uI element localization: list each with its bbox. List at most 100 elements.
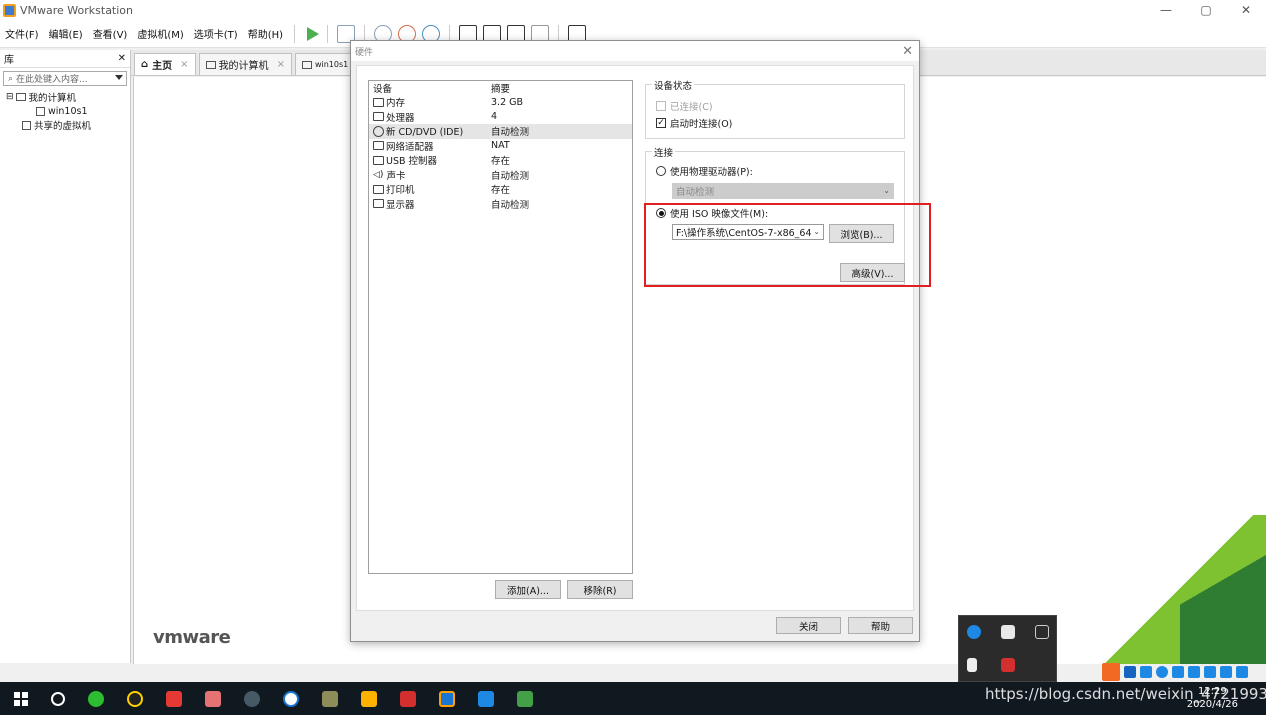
device-name-cell: 处理器: [369, 110, 487, 124]
baidu-netdisk-icon[interactable]: [282, 690, 299, 707]
tree-item-vm[interactable]: win10s1: [6, 104, 130, 118]
device-row-cpu[interactable]: 处理器 4: [369, 110, 632, 125]
tab-label: 主页: [152, 61, 173, 72]
device-summary: 存在: [491, 185, 511, 197]
menu-view[interactable]: 查看(V): [88, 26, 133, 41]
device-name-cell: ◁) 声卡: [369, 168, 487, 182]
menu-tabs[interactable]: 选项卡(T): [189, 26, 243, 41]
device-name: 声卡: [386, 170, 406, 182]
device-row-memory[interactable]: 内存 3.2 GB: [369, 95, 632, 110]
computer-icon: [15, 93, 26, 101]
dialog-close-icon[interactable]: ✕: [902, 44, 913, 59]
app-icon[interactable]: [165, 690, 182, 707]
menu-file[interactable]: 文件(F): [0, 26, 44, 41]
computer-icon: [205, 60, 216, 69]
calendar-icon[interactable]: [204, 690, 221, 707]
tray-overflow-popup: [958, 615, 1057, 682]
device-row-network[interactable]: 网络适配器 NAT: [369, 139, 632, 154]
bluetooth-icon[interactable]: [967, 625, 981, 639]
connected-checkbox[interactable]: 已连接(C): [656, 99, 713, 113]
device-row-display[interactable]: 显示器 自动检测: [369, 197, 632, 212]
keyboard-icon[interactable]: [1188, 666, 1200, 678]
physical-drive-radio[interactable]: 使用物理驱动器(P):: [656, 164, 753, 178]
app-tray-icon[interactable]: [1001, 658, 1015, 672]
physical-drive-value: 自动检测: [676, 187, 715, 198]
tab-home[interactable]: ⌂ 主页 ×: [134, 53, 196, 75]
tab-close-icon[interactable]: ×: [277, 59, 285, 70]
search-icon[interactable]: [50, 691, 65, 706]
tab-close-icon[interactable]: ×: [180, 59, 188, 70]
app-icon[interactable]: [243, 690, 260, 707]
device-name: 网络适配器: [386, 141, 434, 153]
wechat-icon[interactable]: [87, 690, 104, 707]
toolbar-separator: [327, 24, 329, 43]
app-icon[interactable]: [360, 690, 377, 707]
device-summary: 存在: [491, 156, 511, 168]
emoji-icon[interactable]: [1156, 666, 1168, 678]
maximize-button[interactable]: ▢: [1186, 0, 1226, 20]
app-icon[interactable]: [516, 690, 533, 707]
connection-title: 连接: [652, 145, 676, 159]
user-icon[interactable]: [1204, 666, 1216, 678]
qq-icon[interactable]: [126, 690, 143, 707]
device-status-group: 设备状态 已连接(C) ✓ 启动时连接(O): [645, 78, 905, 139]
toolbar-separator: [294, 24, 296, 43]
device-row-cd-dvd[interactable]: 新 CD/DVD (IDE) 自动检测: [369, 124, 632, 139]
sogou-icon[interactable]: [1102, 663, 1120, 681]
device-name-cell: 新 CD/DVD (IDE): [369, 124, 487, 138]
add-device-button[interactable]: 添加(A)...: [495, 580, 561, 599]
collapse-icon[interactable]: ⊟: [6, 92, 14, 102]
device-summary: 3.2 GB: [491, 96, 524, 108]
tab-my-computer[interactable]: 我的计算机 ×: [198, 53, 292, 75]
windows-start-icon[interactable]: [14, 691, 28, 706]
device-row-printer[interactable]: 打印机 存在: [369, 182, 632, 197]
device-row-sound[interactable]: ◁) 声卡 自动检测: [369, 168, 632, 183]
device-row-usb[interactable]: USB 控制器 存在: [369, 153, 632, 168]
remove-device-button[interactable]: 移除(R): [567, 580, 633, 599]
physical-drive-select[interactable]: 自动检测 ⌄: [672, 183, 894, 199]
microphone-icon[interactable]: [1172, 666, 1184, 678]
app-icon[interactable]: [321, 690, 338, 707]
menu-vm[interactable]: 虚拟机(M): [132, 26, 188, 41]
printer-icon: [373, 184, 384, 194]
device-list: 设备 摘要 内存 3.2 GB 处理器 4 新 CD/DVD (IDE) 自动检…: [368, 80, 633, 574]
library-close-icon[interactable]: ✕: [118, 53, 126, 64]
menu-edit[interactable]: 编辑(E): [44, 26, 88, 41]
checkbox-box: [656, 101, 666, 111]
tree-item-shared-vms[interactable]: 共享的虚拟机: [6, 118, 130, 132]
cd-icon: [373, 125, 384, 137]
cpu-icon: [373, 112, 384, 122]
sound-icon: ◁): [373, 169, 384, 180]
library-search-input[interactable]: ⌕ 在此处键入内容...: [3, 71, 127, 86]
close-window-button[interactable]: ✕: [1226, 0, 1266, 20]
tree-item-my-computer[interactable]: ⊟ 我的计算机: [6, 90, 130, 104]
physical-drive-label: 使用物理驱动器(P):: [670, 167, 753, 178]
search-dropdown-icon[interactable]: [115, 75, 123, 80]
app-title: VMware Workstation: [20, 3, 134, 17]
security-shield-icon[interactable]: [1001, 625, 1015, 639]
youdao-icon[interactable]: [399, 690, 416, 707]
punctuation-icon[interactable]: [1140, 666, 1152, 678]
bookmark-icon[interactable]: [967, 658, 977, 672]
device-name: 新 CD/DVD (IDE): [386, 127, 464, 139]
highlight-box: [644, 203, 931, 287]
dialog-close-button[interactable]: 关闭: [776, 617, 841, 634]
menu-help[interactable]: 帮助(H): [243, 26, 288, 41]
tab-win10s1[interactable]: win10s1: [294, 53, 356, 75]
ime-mode-icon[interactable]: [1124, 666, 1136, 678]
vmware-taskbar-icon[interactable]: [438, 690, 455, 707]
watermark-text: https://blog.csdn.net/weixin_47219935: [985, 685, 1266, 703]
window-icon[interactable]: [1035, 625, 1049, 639]
device-summary: 自动检测: [491, 127, 530, 139]
library-title: 库: [4, 55, 14, 66]
device-list-header: 设备 摘要: [369, 81, 632, 95]
minimize-button[interactable]: —: [1146, 0, 1186, 20]
radio-circle: [656, 166, 666, 176]
connect-at-power-on-checkbox[interactable]: ✓ 启动时连接(O): [656, 116, 732, 130]
dialog-help-button[interactable]: 帮助: [848, 617, 913, 634]
device-summary: NAT: [491, 140, 510, 152]
skin-icon[interactable]: [1220, 666, 1232, 678]
power-on-icon[interactable]: [307, 26, 320, 41]
wps-icon[interactable]: [477, 690, 494, 707]
toolbox-icon[interactable]: [1236, 666, 1248, 678]
